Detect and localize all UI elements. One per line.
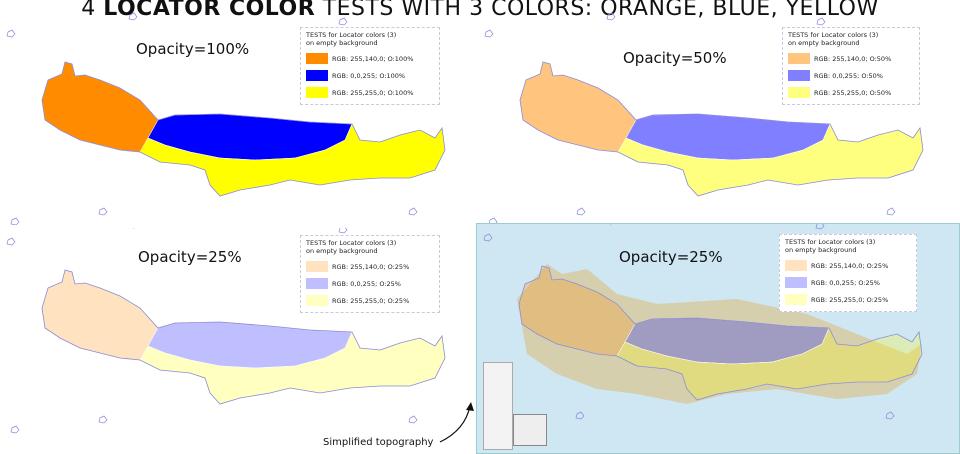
legend-swatch — [306, 295, 328, 306]
legend-title: on empty background — [306, 39, 378, 47]
legend-item: RGB: 255,140,0; O:25% — [306, 261, 434, 272]
inset-locator-map — [513, 414, 547, 446]
panel-opacity-100: Opacity=100% TESTS for Locator colors (3… — [0, 0, 470, 225]
legend-label: RGB: 255,255,0; O:25% — [811, 295, 889, 304]
legend-item: RGB: 255,255,0; O:25% — [785, 294, 911, 305]
legend-label: RGB: 255,140,0; O:50% — [814, 54, 892, 63]
islet — [10, 217, 20, 225]
islet — [6, 237, 16, 246]
legend-title: on empty background — [788, 39, 860, 47]
legend-swatch — [788, 53, 810, 64]
islet — [815, 224, 825, 230]
legend-item: RGB: 255,255,0; O:25% — [306, 295, 434, 306]
islet — [816, 17, 826, 26]
legend-swatch — [306, 261, 328, 272]
legend-label: RGB: 255,140,0; O:25% — [811, 261, 889, 270]
legend-swatch — [306, 87, 328, 98]
legend-swatch — [785, 260, 807, 271]
legend-label: RGB: 0,0,255; O:25% — [332, 279, 401, 288]
legend-box: TESTS for Locator colors (3) on empty bac… — [300, 235, 440, 313]
legend-swatch — [306, 70, 328, 81]
legend-swatch — [785, 277, 807, 288]
legend-title: TESTS for Locator colors (3) — [785, 238, 876, 246]
legend-label: RGB: 0,0,255; O:25% — [811, 278, 880, 287]
legend-item: RGB: 0,0,255; O:25% — [306, 278, 434, 289]
legend-item: RGB: 0,0,255; O:50% — [788, 70, 914, 81]
islet — [484, 29, 494, 38]
legend-title: TESTS for Locator colors (3) — [306, 31, 397, 39]
islet — [575, 411, 585, 420]
legend-item: RGB: 255,140,0; O:50% — [788, 53, 914, 64]
legend-swatch — [788, 87, 810, 98]
legend-item: RGB: 0,0,255; O:25% — [785, 277, 911, 288]
islet — [886, 207, 896, 216]
legend-item: RGB: 255,255,0; O:100% — [306, 87, 434, 98]
islet — [338, 228, 348, 234]
legend-label: RGB: 0,0,255; O:50% — [814, 71, 883, 80]
legend-label: RGB: 0,0,255; O:100% — [332, 71, 406, 80]
legend-title: on empty background — [306, 247, 378, 255]
legend-label: RGB: 255,140,0; O:100% — [332, 54, 414, 63]
islet — [10, 425, 20, 434]
legend-label: RGB: 255,255,0; O:25% — [332, 296, 410, 305]
legend-item: RGB: 255,140,0; O:25% — [785, 260, 911, 271]
panel-opacity-50: Opacity=50% TESTS for Locator colors (3)… — [480, 0, 960, 225]
legend-box: TESTS for Locator colors (3) on empty bac… — [782, 27, 920, 105]
legend-title: TESTS for Locator colors (3) — [306, 239, 397, 247]
legend-box: TESTS for Locator colors (3) on empty bac… — [300, 27, 440, 105]
topography-label: Simplified topography — [323, 437, 434, 448]
legend-label: RGB: 255,255,0; O:50% — [814, 88, 892, 97]
legend-title: on empty background — [785, 246, 857, 254]
legend-title: TESTS for Locator colors (3) — [788, 31, 879, 39]
legend-label: RGB: 255,140,0; O:25% — [332, 262, 410, 271]
islet — [408, 207, 418, 216]
opacity-label: Opacity=25% — [138, 248, 242, 266]
legend-swatch — [785, 294, 807, 305]
legend-swatch — [306, 278, 328, 289]
opacity-label: Opacity=50% — [623, 49, 727, 67]
panel-opacity-25: Opacity=25% TESTS for Locator colors (3)… — [0, 228, 470, 454]
legend-item: RGB: 255,255,0; O:50% — [788, 87, 914, 98]
opacity-label: Opacity=100% — [136, 40, 250, 58]
legend-item: RGB: 0,0,255; O:100% — [306, 70, 434, 81]
islet — [408, 415, 418, 424]
legend-item: RGB: 255,140,0; O:100% — [306, 53, 434, 64]
legend-swatch — [788, 70, 810, 81]
legend-label: RGB: 255,255,0; O:100% — [332, 88, 414, 97]
islet — [98, 207, 108, 216]
islet — [6, 29, 16, 38]
islet — [576, 207, 586, 216]
islet — [606, 12, 616, 21]
topographic-map-panel: Opacity=25% TESTS for Locator colors (3)… — [476, 223, 960, 454]
islet — [98, 415, 108, 424]
islet — [128, 12, 138, 21]
opacity-label: Opacity=25% — [619, 248, 723, 266]
legend-box: TESTS for Locator colors (3) on empty bac… — [779, 234, 917, 312]
islet — [483, 233, 493, 242]
islet — [338, 17, 348, 26]
legend-swatch — [306, 53, 328, 64]
elevation-legend — [483, 362, 513, 450]
islet — [885, 411, 895, 420]
